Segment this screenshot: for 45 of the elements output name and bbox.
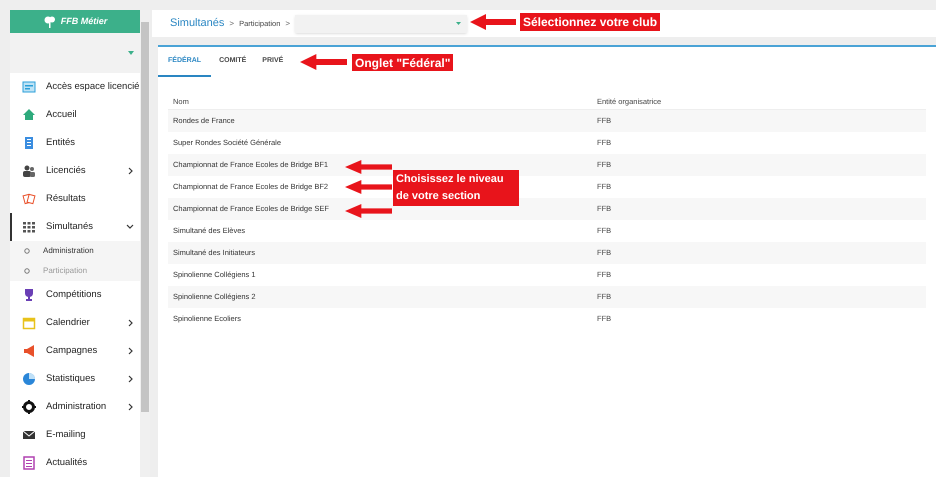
megaphone-icon (22, 344, 36, 358)
logo-text: FFB Métier (60, 14, 108, 28)
breadcrumb-separator: > (285, 18, 290, 30)
club-dropdown[interactable] (10, 33, 140, 73)
menu-item[interactable]: Administration (10, 393, 140, 421)
gear-icon (22, 400, 36, 414)
breadcrumb-separator: > (229, 18, 234, 30)
menu-item[interactable]: Accueil (10, 101, 140, 129)
callout-label: Onglet "Fédéral" (352, 54, 454, 71)
trophy-icon (22, 288, 36, 302)
calendar-icon (22, 316, 36, 330)
building-icon (22, 136, 36, 150)
menu-item[interactable]: Statistiques (10, 365, 140, 393)
breadcrumb-link[interactable]: Simultanés (170, 15, 224, 32)
menu-item[interactable]: Campagnes (10, 337, 140, 365)
home-icon (22, 108, 36, 122)
pie-chart-icon (22, 372, 36, 386)
people-icon (22, 164, 36, 178)
scrollbar-thumb[interactable] (141, 22, 149, 412)
callout-arrow (345, 160, 392, 174)
document-icon (22, 456, 36, 470)
callout-arrow (345, 180, 392, 194)
caret-icon (128, 51, 134, 56)
cards-icon (22, 192, 36, 206)
grid-icon (22, 220, 36, 234)
tree-logo-icon (42, 16, 57, 28)
menu-item[interactable]: Calendrier (10, 309, 140, 337)
callout-arrow (470, 14, 516, 30)
menu-item[interactable]: Entités (10, 129, 140, 157)
club-select[interactable] (295, 14, 468, 32)
menu-item[interactable]: Compétitions (10, 281, 140, 309)
menu-item[interactable]: Licenciés (10, 157, 140, 185)
callout-arrow (345, 204, 392, 218)
menu-item[interactable]: Résultats (10, 185, 140, 213)
envelope-icon (22, 428, 36, 442)
menu-item[interactable]: E-mailing (10, 421, 140, 449)
circle-icon (24, 268, 30, 274)
circle-icon (24, 248, 30, 254)
callout-label: Sélectionnez votre club (520, 13, 660, 31)
callout-arrow (300, 54, 347, 70)
card-icon (22, 80, 36, 94)
caret-icon (456, 22, 462, 25)
callout-label: Choisissez le niveau de votre section (393, 170, 519, 206)
menu-item[interactable]: Accès espace licencié (10, 73, 140, 101)
menu-item[interactable]: Actualités (10, 449, 140, 477)
